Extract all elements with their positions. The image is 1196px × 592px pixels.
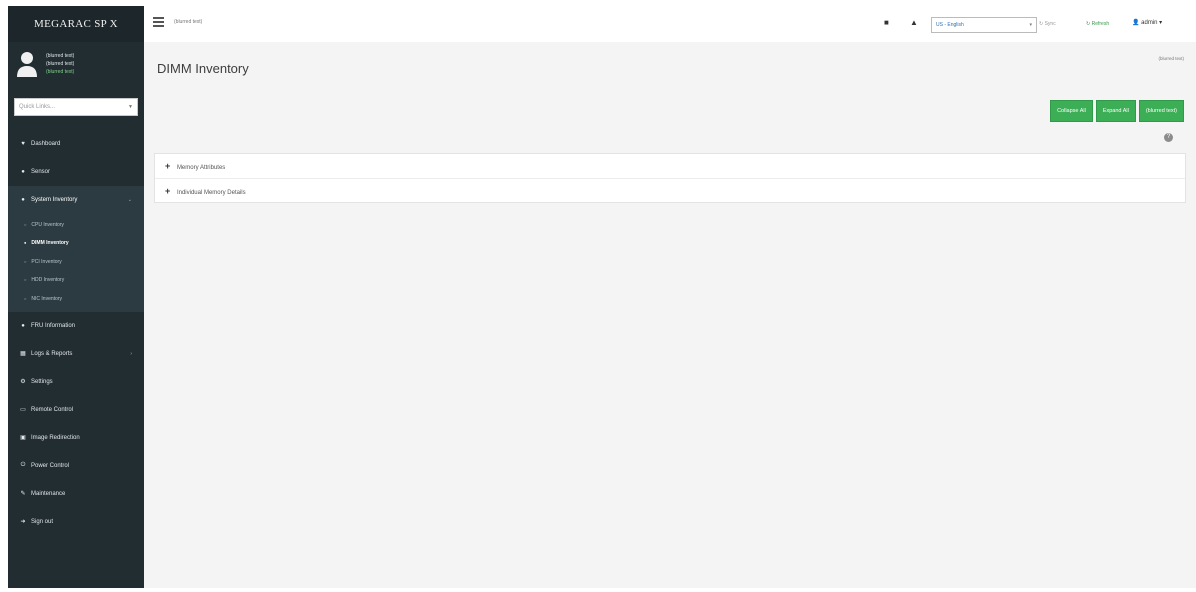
section-label: Memory Attributes <box>176 165 226 171</box>
sidebar-item-label: Maintenance <box>31 490 66 497</box>
user-menu[interactable]: 👤 admin ▾ <box>1132 19 1162 26</box>
chevron-down-icon: ▾ <box>1159 20 1163 26</box>
chevron-right-icon: › <box>130 350 132 357</box>
alert-icon[interactable]: ▲ <box>910 18 918 27</box>
user-menu-label: admin <box>1141 20 1158 26</box>
sidebar-menu: ♥ Dashboard ● Sensor ● System Inventory … <box>8 130 144 536</box>
expand-all-button[interactable]: Expand All <box>1095 100 1136 122</box>
sidebar-item-fru-information[interactable]: ● FRU Information <box>8 312 144 340</box>
user-status: (blurred text) <box>46 69 75 75</box>
refresh-button[interactable]: ↻ Refresh <box>1086 21 1109 27</box>
sync-button[interactable]: ↻ Sync <box>1039 21 1056 27</box>
chart-icon: ▦ <box>20 351 26 358</box>
circle-icon: ○ <box>24 295 27 301</box>
sidebar: MEGARAC SP X (blurred text) (blurred tex… <box>8 6 144 588</box>
language-select-value: US - English <box>936 22 964 28</box>
action-button-3[interactable]: (blurred text) <box>1138 100 1184 122</box>
collapse-all-button[interactable]: Collapse All <box>1050 100 1093 122</box>
sidebar-item-label: System Inventory <box>31 197 78 203</box>
sync-icon: ↻ <box>1039 21 1044 27</box>
signout-icon: ➜ <box>20 519 26 526</box>
quick-links-placeholder: Quick Links... <box>19 104 56 110</box>
user-avatar-icon <box>17 52 37 77</box>
chevron-down-icon: ⌄ <box>127 197 132 203</box>
sidebar-item-label: FRU Information <box>31 322 76 329</box>
sidebar-item-sign-out[interactable]: ➜ Sign out <box>8 508 144 536</box>
quick-links-select[interactable]: Quick Links... ▼ <box>14 98 138 116</box>
submenu-item-dimm-inventory[interactable]: ● DIMM Inventory <box>8 234 144 252</box>
submenu-item-hdd-inventory[interactable]: ○ HDD Inventory <box>8 271 144 289</box>
sync-label: Sync <box>1044 21 1056 27</box>
sidebar-item-label: Image Redirection <box>31 434 80 441</box>
section-memory-attributes[interactable]: + Memory Attributes <box>155 154 1185 179</box>
sidebar-item-label: Remote Control <box>31 406 74 413</box>
user-detail: (blurred text) <box>46 61 75 67</box>
circle-icon: ○ <box>24 258 27 264</box>
top-navbar: (blurred text) ■ ▲ US - English ▾ ↻ Sync… <box>144 6 1196 42</box>
sidebar-item-maintenance[interactable]: ✎ Maintenance <box>8 480 144 508</box>
sidebar-item-label: Power Control <box>31 462 70 469</box>
circle-icon: ● <box>24 240 27 246</box>
sidebar-item-dashboard[interactable]: ♥ Dashboard <box>8 130 144 158</box>
submenu-item-label: DIMM Inventory <box>31 240 69 247</box>
page-title: DIMM Inventory <box>157 61 249 76</box>
circle-icon: ○ <box>24 277 27 283</box>
action-buttons: Collapse All Expand All (blurred text) <box>1050 100 1184 122</box>
submenu-item-label: NIC Inventory <box>31 295 62 302</box>
section-individual-memory-details[interactable]: + Individual Memory Details <box>155 179 1185 203</box>
sidebar-item-logs-reports[interactable]: ▦ Logs & Reports › <box>8 340 144 368</box>
gear-icon: ⚙ <box>20 379 26 386</box>
monitor-icon: ▭ <box>20 407 26 414</box>
user-icon: 👤 <box>1132 20 1140 26</box>
sidebar-item-power-control[interactable]: ⏻ Power Control <box>8 452 144 480</box>
sidebar-item-label: Dashboard <box>31 141 61 147</box>
power-icon: ⏻ <box>20 462 26 469</box>
sensor-icon: ● <box>21 169 25 175</box>
help-icon[interactable]: ? <box>1164 133 1173 142</box>
chevron-down-icon: ▼ <box>128 104 133 110</box>
sidebar-item-label: Sensor <box>31 169 51 175</box>
dashboard-icon: ♥ <box>21 141 25 147</box>
sidebar-item-system-inventory[interactable]: ● System Inventory ⌄ <box>8 186 144 214</box>
submenu-item-pci-inventory[interactable]: ○ PCI Inventory <box>8 253 144 271</box>
sidebar-item-remote-control[interactable]: ▭ Remote Control <box>8 396 144 424</box>
info-icon: ● <box>21 322 25 329</box>
system-inventory-submenu: ○ CPU Inventory ● DIMM Inventory ○ PCI Inve… <box>8 214 144 312</box>
submenu-item-cpu-inventory[interactable]: ○ CPU Inventory <box>8 216 144 234</box>
inventory-icon: ● <box>21 197 25 203</box>
submenu-item-label: PCI Inventory <box>31 258 62 265</box>
user-name: (blurred text) <box>46 53 75 59</box>
hamburger-menu-icon[interactable] <box>153 17 164 27</box>
submenu-item-label: CPU Inventory <box>31 222 64 228</box>
image-icon: ▣ <box>20 435 26 442</box>
refresh-icon: ↻ <box>1086 21 1091 27</box>
main-content: DIMM Inventory (blurred text) Collapse A… <box>144 42 1196 588</box>
language-select[interactable]: US - English ▾ <box>931 17 1037 33</box>
circle-icon: ○ <box>24 222 27 227</box>
user-panel: (blurred text) (blurred text) (blurred t… <box>8 42 144 92</box>
notification-icon[interactable]: ■ <box>884 18 889 27</box>
sidebar-item-image-redirection[interactable]: ▣ Image Redirection <box>8 424 144 452</box>
sidebar-item-label: Logs & Reports <box>31 350 73 357</box>
sidebar-item-sensor[interactable]: ● Sensor <box>8 158 144 186</box>
refresh-label: Refresh <box>1091 21 1110 27</box>
sidebar-item-settings[interactable]: ⚙ Settings <box>8 368 144 396</box>
plus-icon: + <box>165 186 171 196</box>
section-label: Individual Memory Details <box>176 190 246 196</box>
plus-icon: + <box>165 161 171 171</box>
datetime-display: (blurred text) <box>174 19 203 25</box>
wrench-icon: ✎ <box>20 491 26 498</box>
sidebar-item-label: Sign out <box>31 518 54 525</box>
brand-logo: MEGARAC SP X <box>8 6 144 42</box>
sidebar-item-label: Settings <box>31 378 53 385</box>
inventory-panel: + Memory Attributes + Individual Memory … <box>154 153 1186 203</box>
submenu-item-label: HDD Inventory <box>31 277 65 284</box>
submenu-item-nic-inventory[interactable]: ○ NIC Inventory <box>8 290 144 308</box>
breadcrumb[interactable]: (blurred text) <box>1158 56 1184 61</box>
chevron-down-icon: ▾ <box>1029 22 1032 28</box>
